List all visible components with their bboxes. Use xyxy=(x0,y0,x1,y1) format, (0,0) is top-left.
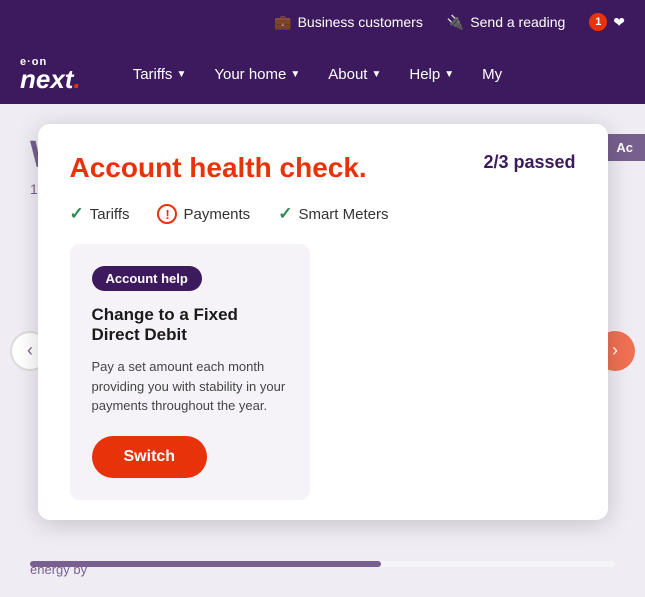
tariffs-check-icon: ✓ xyxy=(70,204,84,224)
tariffs-chevron-icon: ▼ xyxy=(176,69,186,80)
my-label: My xyxy=(482,66,502,83)
nav-tariffs[interactable]: Tariffs ▼ xyxy=(121,58,199,91)
payments-item-label: Payments xyxy=(183,206,250,223)
health-check-score: 2/3 passed xyxy=(483,152,575,173)
info-card: Account help Change to a Fixed Direct De… xyxy=(70,244,310,500)
nav-about[interactable]: About ▼ xyxy=(316,58,393,91)
heart-icon: ❤ xyxy=(613,14,625,31)
top-bar: 💼 Business customers 🔌 Send a reading 1 … xyxy=(0,0,645,44)
payments-warning-icon: ! xyxy=(157,204,177,224)
tariffs-label: Tariffs xyxy=(133,66,173,83)
business-label: Business customers xyxy=(298,14,423,30)
your-home-label: Your home xyxy=(214,66,286,83)
your-home-chevron-icon: ▼ xyxy=(290,69,300,80)
health-item-payments: ! Payments xyxy=(157,204,250,224)
health-item-smart-meters: ✓ Smart Meters xyxy=(278,204,388,224)
business-customers-link[interactable]: 💼 Business customers xyxy=(274,14,423,31)
help-chevron-icon: ▼ xyxy=(444,69,454,80)
nav-bar: e·on next. Tariffs ▼ Your home ▼ About ▼… xyxy=(0,44,645,104)
tariffs-item-label: Tariffs xyxy=(90,206,130,223)
info-card-description: Pay a set amount each month providing yo… xyxy=(92,357,288,416)
health-check-title: Account health check. xyxy=(70,152,367,184)
help-label: Help xyxy=(409,66,440,83)
send-reading-label: Send a reading xyxy=(470,14,565,30)
info-card-title: Change to a Fixed Direct Debit xyxy=(92,305,288,345)
logo-next: next. xyxy=(20,66,81,92)
nav-items: Tariffs ▼ Your home ▼ About ▼ Help ▼ My xyxy=(121,58,625,91)
account-help-badge: Account help xyxy=(92,266,202,291)
nav-my[interactable]: My xyxy=(470,58,514,91)
smart-meters-item-label: Smart Meters xyxy=(298,206,388,223)
briefcase-icon: 💼 xyxy=(274,14,291,31)
about-label: About xyxy=(328,66,367,83)
smart-meters-check-icon: ✓ xyxy=(278,204,292,224)
notifications-link[interactable]: 1 ❤ xyxy=(589,13,625,31)
health-check-card: Account health check. 2/3 passed ✓ Tarif… xyxy=(38,124,608,520)
health-check-header: Account health check. 2/3 passed xyxy=(70,152,576,184)
about-chevron-icon: ▼ xyxy=(371,69,381,80)
notification-badge: 1 xyxy=(589,13,607,31)
logo[interactable]: e·on next. xyxy=(20,57,81,92)
switch-button[interactable]: Switch xyxy=(92,436,208,478)
health-item-tariffs: ✓ Tariffs xyxy=(70,204,130,224)
nav-your-home[interactable]: Your home ▼ xyxy=(202,58,312,91)
nav-help[interactable]: Help ▼ xyxy=(397,58,466,91)
meter-icon: 🔌 xyxy=(447,14,464,31)
send-reading-link[interactable]: 🔌 Send a reading xyxy=(447,14,565,31)
modal-overlay: Account health check. 2/3 passed ✓ Tarif… xyxy=(0,104,645,597)
health-check-items: ✓ Tariffs ! Payments ✓ Smart Meters xyxy=(70,204,576,224)
page-background: Wo 192 G Ac ‹ › t paym payme ment is s a… xyxy=(0,104,645,597)
